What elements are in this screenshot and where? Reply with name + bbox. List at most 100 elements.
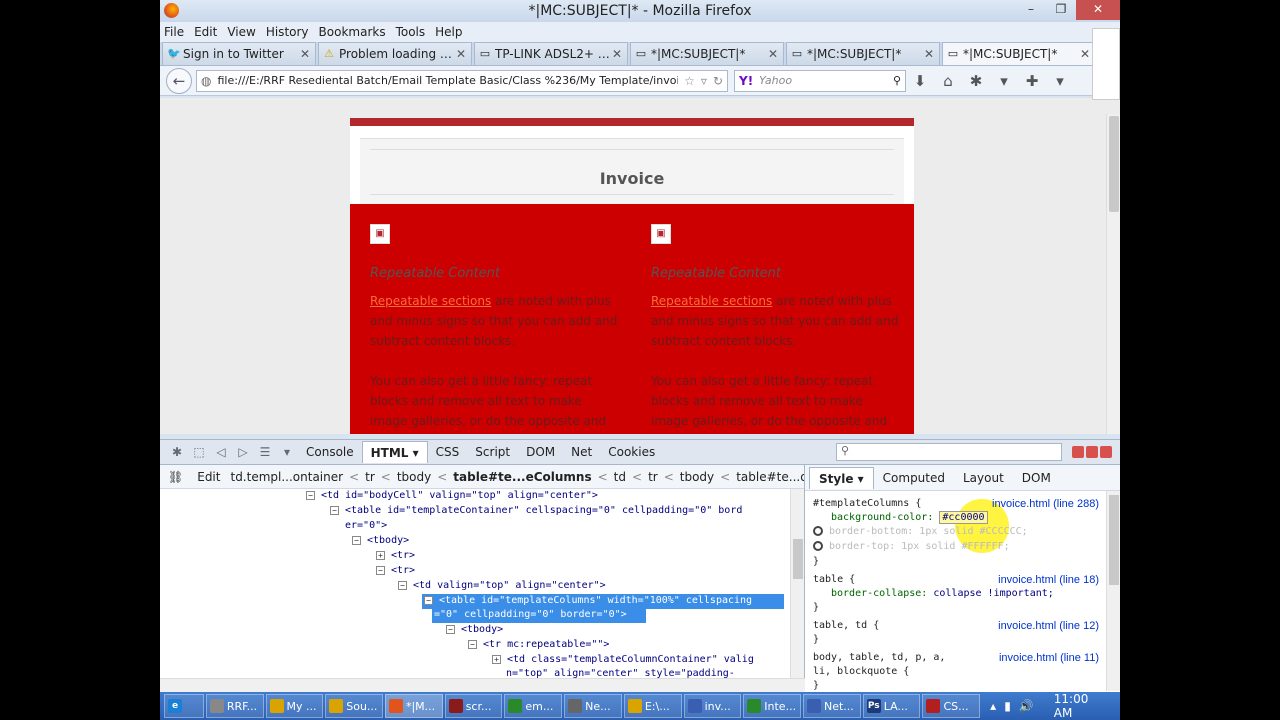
clock[interactable]: 11:00 AM [1054, 692, 1110, 720]
maximize-button[interactable]: ❐ [1046, 0, 1076, 20]
menu-tools[interactable]: Tools [396, 25, 426, 39]
close-button[interactable]: ✕ [1076, 0, 1120, 20]
search-icon[interactable]: ⚲ [893, 74, 901, 87]
rule-source-link[interactable]: invoice.html (line 12) [998, 619, 1099, 634]
dropdown-icon[interactable]: ▾ [990, 72, 1018, 90]
tab-close-icon[interactable]: ✕ [611, 47, 623, 61]
menu-bookmarks[interactable]: Bookmarks [319, 25, 386, 39]
tree-node[interactable]: − <tbody> [352, 534, 409, 549]
tab-mc-subject-1[interactable]: ▭ *|MC:SUBJECT|* ✕ [630, 42, 784, 65]
tab-style[interactable]: Style ▾ [809, 466, 874, 489]
taskbar-item[interactable]: em... [504, 694, 563, 718]
css-property[interactable]: border-collapse: [831, 588, 927, 599]
menu-file[interactable]: File [164, 25, 184, 39]
collapse-icon[interactable]: − [352, 535, 361, 545]
forward-arrow-icon[interactable]: ▷ [232, 445, 254, 459]
taskbar-item[interactable]: Ps LA... [862, 694, 921, 718]
tab-problem-loading[interactable]: ⚠ Problem loading page ✕ [318, 42, 472, 65]
tree-node[interactable]: + <tr> [376, 549, 415, 564]
rule-selector-cont[interactable]: li, blockquote { [813, 665, 909, 680]
yahoo-icon[interactable]: Y! [739, 74, 753, 88]
crumb[interactable]: tbody [397, 470, 431, 484]
collapse-icon[interactable]: − [446, 624, 455, 634]
tab-close-icon[interactable]: ✕ [767, 47, 779, 61]
taskbar-item[interactable]: inv... [683, 694, 742, 718]
dropdown-arrow-icon[interactable]: ▿ [701, 74, 707, 88]
crumb[interactable]: td [614, 470, 626, 484]
fb-tab-console[interactable]: Console [298, 441, 362, 463]
tray-arrow-icon[interactable]: ▴ [990, 699, 996, 713]
rule-source-link[interactable]: invoice.html (line 288) [992, 497, 1099, 512]
css-declaration[interactable]: background-color: #cc0000 [831, 511, 988, 526]
firebug-icon[interactable]: ✱ [962, 72, 990, 90]
tree-horizontal-scrollbar[interactable] [160, 678, 805, 692]
css-value[interactable]: collapse !important; [933, 588, 1053, 599]
tree-node-selected[interactable]: − <table id="templateColumns" width="100%… [422, 594, 784, 609]
collapse-icon[interactable]: − [330, 505, 339, 515]
tab-close-icon[interactable]: ✕ [455, 47, 467, 61]
tab-close-icon[interactable]: ✕ [1079, 47, 1091, 61]
scrollbar-thumb[interactable] [1109, 116, 1119, 212]
expand-toggle-icon[interactable]: ⛓ [168, 470, 183, 484]
tab-computed[interactable]: Computed [874, 467, 954, 489]
firebug-bug-icon[interactable]: ✱ [166, 445, 188, 459]
fb-tab-script[interactable]: Script [467, 441, 518, 463]
css-property[interactable]: background-color: [831, 512, 933, 523]
crumb[interactable]: tbody [680, 470, 714, 484]
reload-icon[interactable]: ↻ [713, 74, 723, 88]
home-icon[interactable]: ⌂ [934, 72, 962, 90]
collapse-icon[interactable]: − [468, 639, 477, 649]
firebug-detach-icon[interactable] [1086, 446, 1098, 458]
tree-node[interactable]: − <td id="bodyCell" valign="top" align="c… [306, 489, 598, 504]
tab-mc-subject-2[interactable]: ▭ *|MC:SUBJECT|* ✕ [786, 42, 940, 65]
crumb[interactable]: table#te...ontainer [736, 470, 804, 484]
taskbar-item[interactable]: My ... [265, 694, 324, 718]
tree-node[interactable]: − <td valign="top" align="center"> [398, 579, 606, 594]
fb-tab-html[interactable]: HTML ▾ [361, 441, 428, 463]
tab-dom[interactable]: DOM [1013, 467, 1060, 489]
collapse-icon[interactable]: − [424, 595, 433, 605]
back-arrow-icon[interactable]: ◁ [210, 445, 232, 459]
taskbar-item[interactable]: CS... [922, 694, 981, 718]
taskbar-item[interactable]: scr... [444, 694, 503, 718]
crumb[interactable]: tr [365, 470, 375, 484]
tab-mc-subject-active[interactable]: ▭ *|MC:SUBJECT|* ✕ [942, 42, 1096, 65]
repeatable-sections-link[interactable]: Repeatable sections [651, 294, 772, 308]
edit-button[interactable]: Edit [197, 470, 220, 484]
css-declaration[interactable]: border-collapse: collapse !important; [831, 587, 1054, 602]
collapse-icon[interactable]: − [398, 580, 407, 590]
tree-scrollbar[interactable] [790, 489, 804, 678]
page-scrollbar[interactable] [1106, 114, 1120, 434]
disabled-icon[interactable] [813, 526, 823, 536]
tree-node[interactable]: + <td class="templateColumnContainer" val… [492, 653, 754, 668]
css-declaration-disabled[interactable]: border-top: 1px solid #FFFFFF; [813, 540, 1010, 555]
menu-edit[interactable]: Edit [194, 25, 217, 39]
css-declaration-disabled[interactable]: border-bottom: 1px solid #CCCCCC; [813, 525, 1028, 540]
taskbar-item[interactable]: RRF... [205, 694, 264, 718]
crumb-current[interactable]: table#te...eColumns [453, 470, 591, 484]
rule-source-link[interactable]: invoice.html (line 18) [998, 573, 1099, 588]
collapse-icon[interactable]: − [376, 565, 385, 575]
scrollbar-thumb[interactable] [793, 539, 803, 579]
rule-selector[interactable]: #templateColumns { [813, 497, 921, 512]
taskbar-item[interactable]: Net... [803, 694, 861, 718]
panel-list-icon[interactable]: ☰ [254, 445, 276, 459]
rule-selector[interactable]: table { [813, 573, 855, 588]
tab-close-icon[interactable]: ✕ [923, 47, 935, 61]
rule-selector[interactable]: table, td { [813, 619, 879, 634]
menu-history[interactable]: History [266, 25, 309, 39]
menu-dropdown-icon[interactable]: ▾ [1046, 72, 1074, 90]
fb-tab-cookies[interactable]: Cookies [600, 441, 663, 463]
firebug-minimize-icon[interactable] [1072, 446, 1084, 458]
fb-tab-net[interactable]: Net [563, 441, 600, 463]
tree-node[interactable]: − <tbody> [446, 623, 503, 638]
ie-icon[interactable]: e [164, 694, 204, 718]
tree-node-selected[interactable]: ="0" cellpadding="0" border="0"> [432, 608, 646, 623]
addon-icon[interactable]: ✚ [1018, 72, 1046, 90]
expand-icon[interactable]: + [376, 550, 385, 560]
back-button[interactable]: ← [166, 67, 192, 94]
tree-node[interactable]: − <tr mc:repeatable=""> [468, 638, 609, 653]
taskbar-item[interactable]: E:\... [623, 694, 682, 718]
network-tray-icon[interactable]: ▮ [1004, 699, 1011, 713]
expand-icon[interactable]: + [492, 654, 501, 664]
